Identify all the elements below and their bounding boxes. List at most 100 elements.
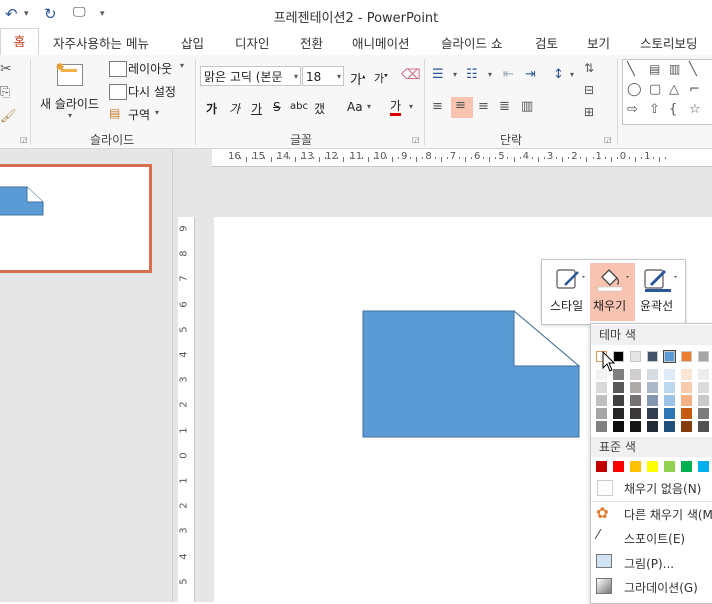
underline-icon[interactable]: 가 [251, 100, 262, 117]
font-launcher-icon[interactable]: ◲ [412, 135, 420, 144]
theme-shade-swatch[interactable] [698, 408, 709, 419]
change-case-dropdown-icon[interactable]: ▾ [367, 102, 371, 111]
theme-shade-swatch[interactable] [681, 408, 692, 419]
theme-shade-swatch[interactable] [698, 421, 709, 432]
slide-thumbnail[interactable] [0, 164, 152, 273]
theme-shade-swatch[interactable] [613, 395, 624, 406]
theme-shade-swatch[interactable] [630, 395, 641, 406]
shape-style-button[interactable]: 스타일 [548, 263, 588, 321]
align-left-icon[interactable]: ≡ [432, 99, 443, 114]
l-shape-icon[interactable]: ⌐ [689, 82, 700, 97]
theme-shade-swatch[interactable] [664, 395, 675, 406]
font-color-icon[interactable]: 가 [390, 99, 402, 116]
theme-shade-swatch[interactable] [664, 421, 675, 432]
star-shape-icon[interactable]: ☆ [689, 102, 701, 117]
tab-view[interactable]: 보기 [587, 33, 610, 52]
theme-shade-swatch[interactable] [647, 369, 658, 380]
theme-shade-swatch[interactable] [647, 395, 658, 406]
standard-color-swatch[interactable] [664, 461, 675, 472]
line-spacing-dropdown-icon[interactable]: ▾ [570, 70, 574, 79]
theme-shade-swatch[interactable] [596, 421, 607, 432]
paragraph-launcher-icon[interactable]: ◲ [604, 135, 612, 144]
standard-color-swatch[interactable] [630, 461, 641, 472]
theme-shade-swatch[interactable] [647, 421, 658, 432]
strikethrough-icon[interactable]: S [273, 100, 281, 114]
standard-color-swatch[interactable] [596, 461, 607, 472]
textbox-shape-icon[interactable]: ▤ [649, 62, 660, 76]
brace-shape-icon[interactable]: { [669, 102, 677, 117]
theme-shade-swatch[interactable] [664, 369, 675, 380]
eyedropper-item[interactable]: ⁄ 스포이트(E) [591, 526, 712, 550]
smartart-icon[interactable]: ⊞ [584, 105, 594, 119]
theme-shade-swatch[interactable] [630, 421, 641, 432]
tab-review[interactable]: 검토 [535, 33, 558, 52]
character-spacing-icon[interactable]: 갰 [314, 100, 325, 117]
bullets-dropdown-icon[interactable]: ▾ [453, 70, 457, 79]
line-shape-icon[interactable]: ╲ [689, 62, 697, 77]
clear-formatting-icon[interactable]: ⌫ [401, 67, 421, 83]
shapes-gallery[interactable]: ╲ ▤ ▥ ╲ ◯ ▢ △ ⌐ ⇨ ⇧ { ☆ [622, 59, 712, 125]
clipboard-launcher-icon[interactable]: ◲ [20, 135, 28, 144]
theme-color-swatch[interactable] [681, 351, 692, 362]
theme-shade-swatch[interactable] [613, 421, 624, 432]
triangle-shape-icon[interactable]: △ [669, 82, 679, 97]
tab-slideshow[interactable]: 슬라이드 쇼 [441, 33, 502, 52]
change-case-icon[interactable]: Aa [347, 100, 363, 114]
theme-shade-swatch[interactable] [596, 395, 607, 406]
numbering-dropdown-icon[interactable]: ▾ [488, 70, 492, 79]
italic-icon[interactable]: 가 [229, 100, 240, 117]
oval-shape-icon[interactable]: ◯ [627, 82, 642, 97]
theme-shade-swatch[interactable] [698, 382, 709, 393]
justify-icon[interactable]: ≣ [499, 99, 510, 114]
theme-color-swatch[interactable] [663, 350, 676, 363]
folded-corner-shape[interactable] [362, 310, 582, 440]
numbering-icon[interactable]: ☷ [466, 67, 478, 82]
standard-color-swatch[interactable] [681, 461, 692, 472]
increase-font-icon[interactable]: 가▴ [350, 69, 365, 88]
layout-dropdown-icon[interactable]: ▾ [180, 61, 184, 70]
theme-shade-swatch[interactable] [664, 382, 675, 393]
tab-favorites[interactable]: 자주사용하는 메뉴 [53, 33, 149, 52]
vertical-textbox-shape-icon[interactable]: ▥ [669, 62, 680, 76]
columns-icon[interactable]: ▥ [521, 99, 533, 114]
theme-shade-swatch[interactable] [681, 395, 692, 406]
up-arrow-shape-icon[interactable]: ⇧ [649, 102, 660, 117]
new-slide-icon[interactable]: ✸ [55, 60, 85, 86]
theme-shade-swatch[interactable] [630, 382, 641, 393]
line-spacing-icon[interactable]: ↕ [553, 67, 564, 82]
shape-outline-button[interactable]: 윤곽선 [639, 263, 683, 321]
copy-icon[interactable]: ⎘ [0, 85, 10, 100]
format-painter-icon[interactable]: 🖌 [0, 109, 17, 124]
decrease-font-icon[interactable]: 가▾ [374, 70, 388, 86]
reset-button[interactable]: 다시 설정 [128, 83, 176, 100]
cut-icon[interactable]: ✂ [0, 61, 12, 77]
text-shadow-icon[interactable]: abc [290, 101, 308, 112]
tab-transitions[interactable]: 전환 [300, 33, 323, 52]
theme-color-swatch[interactable] [647, 351, 658, 362]
rounded-rect-shape-icon[interactable]: ▢ [649, 82, 661, 97]
align-right-icon[interactable]: ≡ [478, 99, 489, 114]
standard-color-swatch[interactable] [698, 461, 709, 472]
section-button[interactable]: 구역 [128, 106, 150, 123]
tab-animations[interactable]: 애니메이션 [352, 33, 410, 52]
tab-insert[interactable]: 삽입 [181, 33, 204, 52]
theme-shade-swatch[interactable] [613, 382, 624, 393]
new-slide-button[interactable]: 새 슬라이드 [40, 95, 99, 112]
no-fill-item[interactable]: 채우기 없음(N) [591, 476, 712, 500]
theme-shade-swatch[interactable] [698, 395, 709, 406]
text-direction-icon[interactable]: ⇅ [584, 61, 594, 75]
theme-color-swatch[interactable] [698, 351, 709, 362]
align-center-button[interactable]: ≡ [451, 97, 473, 118]
theme-shade-swatch[interactable] [681, 421, 692, 432]
tab-design[interactable]: 디자인 [235, 33, 270, 52]
gradient-fill-item[interactable]: 그라데이션(G) [591, 575, 712, 599]
line-shape-icon[interactable]: ╲ [627, 62, 635, 77]
tab-storyboarding[interactable]: 스토리보딩 [640, 33, 698, 52]
theme-shade-swatch[interactable] [630, 369, 641, 380]
theme-shade-swatch[interactable] [596, 408, 607, 419]
tab-home[interactable]: 홈 [0, 28, 39, 58]
theme-shade-swatch[interactable] [664, 408, 675, 419]
theme-shade-swatch[interactable] [681, 382, 692, 393]
font-color-dropdown-icon[interactable]: ▾ [409, 102, 413, 111]
bold-icon[interactable]: 가 [206, 100, 217, 117]
